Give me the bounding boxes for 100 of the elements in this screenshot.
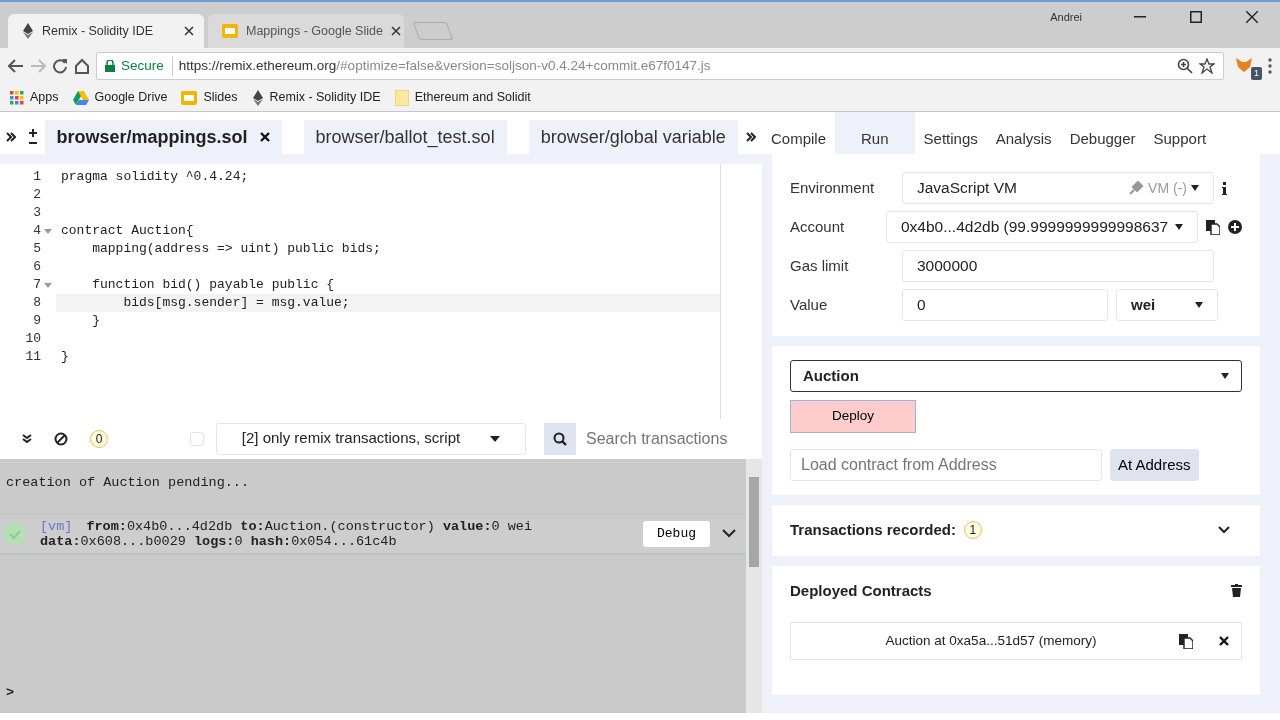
minimize-icon[interactable] xyxy=(1134,16,1146,18)
file-tab[interactable]: browser/ballot_test.sol xyxy=(303,120,507,154)
chevron-double-icon[interactable] xyxy=(6,132,17,142)
slides-icon xyxy=(181,89,198,106)
chevron-double-icon[interactable] xyxy=(745,132,756,142)
file-tab[interactable]: browser/global variable xyxy=(528,120,738,154)
extension-badge: 1 xyxy=(1251,66,1262,80)
code-line: contract Auction{ xyxy=(60,222,195,240)
drive-icon xyxy=(72,90,89,105)
line-number: 10 xyxy=(24,330,41,349)
caret-icon xyxy=(1191,185,1199,191)
filter-dropdown[interactable]: [2] only remix transactions, script xyxy=(216,422,526,455)
field-label: Value xyxy=(790,294,829,315)
transaction-summary: [vm] from:0x4b0...4d2db to:Auction.(constructor) value:0 wei xyxy=(40,518,533,534)
bookmark[interactable]: Google Drive xyxy=(72,88,168,107)
contract-instance[interactable]: Auction at 0xa5a...51d57 (memory) xyxy=(790,622,1242,660)
caret-icon xyxy=(1195,302,1203,308)
log-message: creation of Auction pending... xyxy=(5,473,251,492)
bookmark[interactable]: Ethereum and Solidit xyxy=(394,88,531,107)
ether-icon xyxy=(22,23,34,39)
browser-tab[interactable]: Mappings - Google Slide xyxy=(208,14,404,48)
debug-button[interactable]: Debug xyxy=(643,521,710,547)
star-icon[interactable] xyxy=(1199,58,1215,74)
code-line: mapping(address => uint) public bids; xyxy=(91,240,382,258)
code-line: } xyxy=(91,312,101,330)
code-line: pragma solidity ^0.4.24; xyxy=(60,168,250,186)
account-dropdown[interactable]: 0x4b0...4d2db (99.9999999999998637 xyxy=(886,211,1198,243)
profile-name[interactable]: Andrei xyxy=(1050,8,1082,26)
file-tab[interactable]: browser/mappings.sol xyxy=(44,120,282,154)
panel-tab[interactable]: Support xyxy=(1144,112,1216,154)
field-label: Environment xyxy=(790,177,876,198)
zoom-icon[interactable] xyxy=(1177,58,1193,74)
close-icon[interactable] xyxy=(259,132,270,142)
caret-icon xyxy=(1175,224,1183,230)
line-number: 11 xyxy=(24,348,41,367)
ether-icon xyxy=(251,89,264,106)
extension-button[interactable]: 1 xyxy=(1236,54,1262,78)
check-icon xyxy=(4,522,26,545)
panel-tab[interactable]: Debugger xyxy=(1060,112,1145,154)
fox-icon xyxy=(1236,57,1252,72)
reload-icon[interactable] xyxy=(52,58,68,74)
more-icon[interactable] xyxy=(1268,58,1272,74)
at-address-button[interactable]: At Address xyxy=(1110,449,1199,481)
transaction-details: data:0x608...b0029 logs:0 hash:0x054...61c4b xyxy=(40,533,398,549)
transaction-count: 1 xyxy=(963,521,982,540)
lock-icon xyxy=(105,60,115,72)
browser-tab[interactable]: Remix - Solidity IDE xyxy=(8,14,204,48)
unit-dropdown[interactable]: wei xyxy=(1116,289,1218,321)
close-icon[interactable] xyxy=(390,26,401,36)
bookmark[interactable]: Slides xyxy=(181,88,238,107)
panel-tab[interactable]: Analysis xyxy=(986,112,1061,154)
forward-icon xyxy=(30,59,46,73)
line-number: 9 xyxy=(32,312,41,331)
expand-icon[interactable] xyxy=(1218,526,1230,535)
back-icon[interactable] xyxy=(8,59,24,73)
field-label: Account xyxy=(790,216,846,237)
home-icon[interactable] xyxy=(74,58,90,74)
fold-arrow-icon[interactable] xyxy=(44,281,52,289)
terminal-prompt[interactable]: > xyxy=(0,682,746,713)
environment-dropdown[interactable]: JavaScript VM VM (-) xyxy=(902,172,1214,204)
close-icon[interactable] xyxy=(184,26,194,36)
collapse-icon[interactable] xyxy=(22,433,32,444)
scrollbar[interactable] xyxy=(746,458,762,713)
gas-limit-field[interactable]: 3000000 xyxy=(902,250,1214,282)
address-field[interactable]: Load contract from Address xyxy=(790,449,1102,481)
folder-icon xyxy=(394,89,409,106)
expand-icon[interactable] xyxy=(722,529,736,539)
bookmark[interactable]: Remix - Solidity IDE xyxy=(251,88,381,107)
line-number: 2 xyxy=(32,186,41,205)
bookmark[interactable]: Apps xyxy=(10,88,59,107)
trash-icon[interactable] xyxy=(1231,584,1242,598)
clear-icon[interactable] xyxy=(54,431,68,446)
add-account-icon[interactable] xyxy=(1228,220,1242,234)
panel-tab[interactable]: Settings xyxy=(914,112,987,154)
line-number: 4 xyxy=(32,222,41,241)
caret-icon xyxy=(490,435,501,442)
line-number: 5 xyxy=(32,240,41,259)
deploy-button[interactable]: Deploy xyxy=(790,400,916,433)
copy-icon[interactable] xyxy=(1206,219,1220,235)
field-label: Gas limit xyxy=(790,255,850,276)
line-number: 1 xyxy=(32,168,41,187)
copy-icon[interactable] xyxy=(1179,633,1193,649)
address-bar[interactable]: Secure https://remix.ethereum.org/#optimize=false&version=soljson-v0.4.24+commit.e67f0147.js xyxy=(96,52,1224,80)
search-icon[interactable] xyxy=(553,431,567,446)
secure-label: Secure xyxy=(121,55,173,77)
close-icon[interactable] xyxy=(1246,11,1258,23)
close-icon[interactable] xyxy=(1219,636,1229,646)
contract-dropdown[interactable]: Auction xyxy=(790,360,1242,392)
panel-tab[interactable]: Run xyxy=(835,112,915,154)
value-field[interactable]: 0 xyxy=(902,289,1108,321)
caret-icon xyxy=(1221,373,1229,379)
maximize-icon[interactable] xyxy=(1190,11,1202,23)
slides-icon xyxy=(222,23,238,39)
line-number: 7 xyxy=(32,276,41,295)
info-icon[interactable] xyxy=(1222,181,1227,195)
line-number: 8 xyxy=(32,294,41,313)
panel-tab[interactable]: Compile xyxy=(762,112,836,154)
listen-checkbox[interactable] xyxy=(190,431,204,446)
fold-arrow-icon[interactable] xyxy=(44,227,52,235)
plus-minus-icon[interactable] xyxy=(28,129,39,145)
